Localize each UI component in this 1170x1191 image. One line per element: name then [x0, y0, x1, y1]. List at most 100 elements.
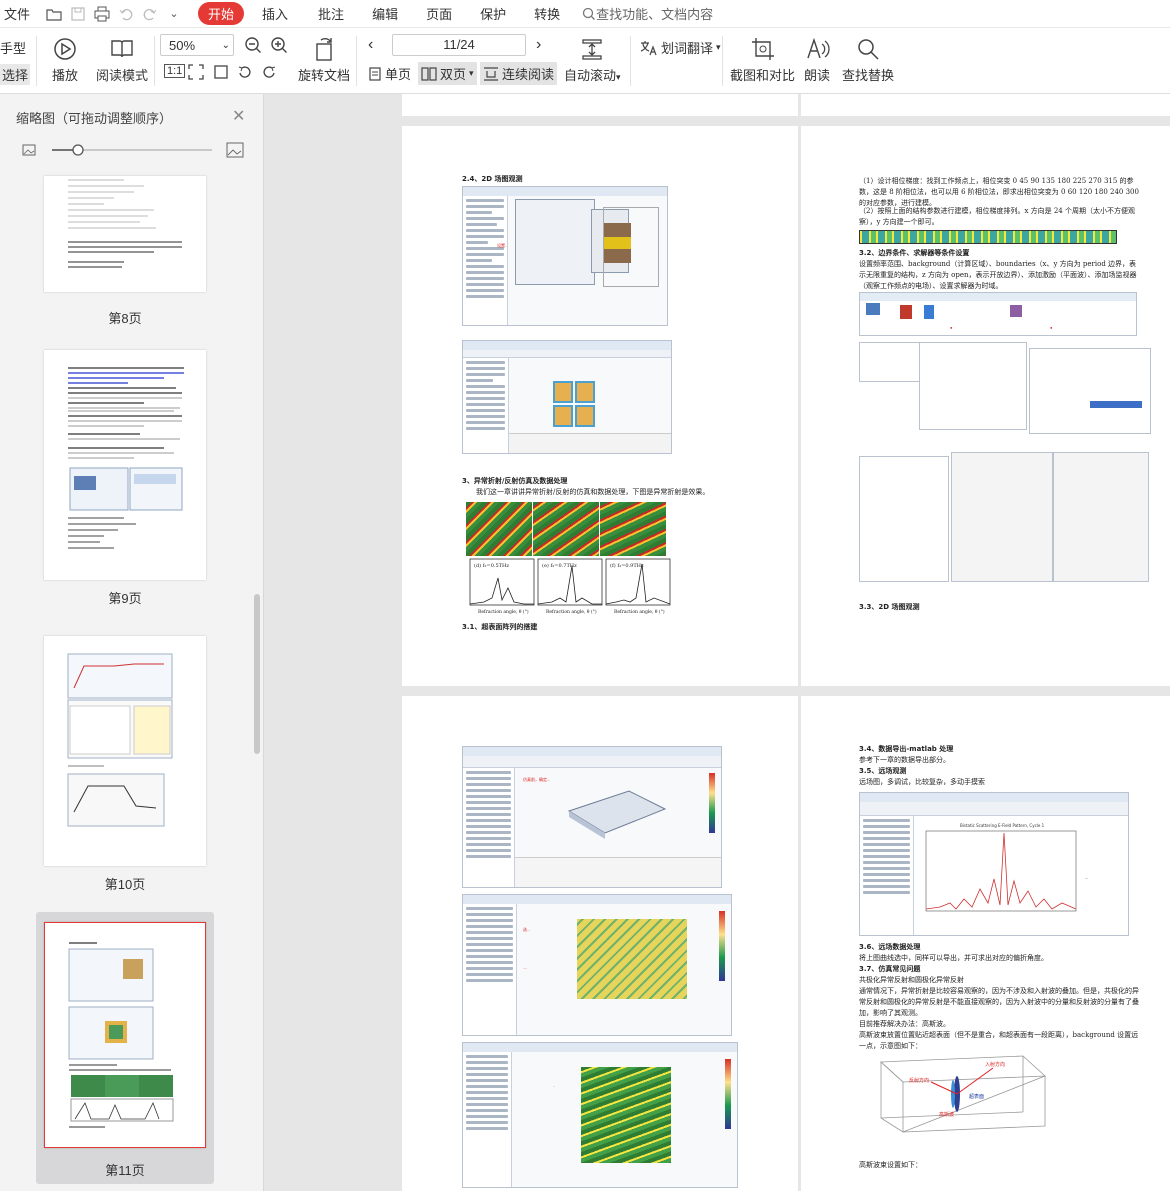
read-aloud-icon [807, 37, 830, 59]
fit-width-button[interactable] [213, 64, 229, 83]
double-page-label: 双页 [440, 67, 467, 82]
translate-label: 划词翻译 [661, 41, 714, 56]
thumbnail-size-slider[interactable] [22, 142, 244, 158]
continuous-read-button[interactable]: 连续阅读 [480, 62, 558, 85]
tab-edit[interactable]: 编辑 [370, 4, 400, 23]
next-page-button[interactable]: › [536, 36, 541, 54]
plot-label: (d) f₂=0.5THz [474, 562, 509, 569]
fit-page-button[interactable] [188, 64, 204, 83]
rotate-right-button[interactable] [261, 64, 277, 83]
sidebar-scrollbar[interactable] [254, 594, 260, 754]
play-button[interactable]: 播放 [52, 36, 78, 84]
screenshot-compare-button[interactable]: 截图和对比 [730, 36, 795, 84]
rotate-left-button[interactable] [237, 64, 253, 83]
zoom-out-icon [245, 37, 261, 53]
tab-annotate[interactable]: 批注 [316, 4, 346, 23]
actual-size-button[interactable]: 1:1 [164, 64, 186, 78]
search-box[interactable]: 查找功能、文档内容 [582, 4, 713, 23]
chevron-down-icon: ▾ [616, 72, 621, 82]
read-aloud-button[interactable]: 朗读 [804, 36, 830, 84]
tab-insert[interactable]: 插入 [260, 4, 290, 23]
heading: 3.6、远场数据处理 [859, 943, 921, 951]
paragraph: 设置频率范围、background（计算区域）、boundaries（x、y 方… [859, 260, 1137, 290]
tab-page[interactable]: 页面 [424, 4, 454, 23]
paragraph: （1）设计相位梯度：找到工作频点上，相位突变 0 45 90 135 180 2… [859, 177, 1139, 207]
save-icon[interactable] [70, 6, 86, 22]
redo-icon[interactable] [142, 6, 158, 22]
double-page-icon [421, 66, 437, 81]
thumbnail-page-9[interactable]: 第9页 [36, 340, 214, 612]
tab-convert[interactable]: 转换 [532, 4, 562, 23]
page-left-top: 2.4、2D 场图观测 设置.. 3、异常折射/反射仿真及数据处理 我们这一章讲… [402, 126, 798, 686]
find-replace-button[interactable]: 查找替换 [842, 36, 894, 84]
paragraph: 参考下一章的数据导出部分。 [859, 756, 950, 764]
paragraph: 高斯波束设置如下： [859, 1161, 922, 1169]
translate-button[interactable]: 划词翻译 ▾ [640, 38, 721, 57]
read-aloud-label: 朗读 [804, 68, 831, 83]
svg-text:...: ... [1085, 876, 1088, 880]
tab-protect[interactable]: 保护 [478, 4, 508, 23]
page-indicator: 11/24 [443, 37, 475, 52]
zoom-in-button[interactable] [270, 36, 288, 57]
open-folder-icon[interactable] [46, 6, 62, 22]
search-placeholder: 查找功能、文档内容 [596, 7, 714, 22]
zoom-out-button[interactable] [244, 36, 262, 57]
rotate-right-icon [263, 66, 276, 78]
continuous-read-icon [484, 66, 498, 81]
select-tool-button[interactable]: 选择 [0, 64, 31, 85]
thumbnail-label: 第11页 [105, 1163, 145, 1178]
plot-xlabel: Refraction angle, θ (°) [478, 608, 529, 615]
diagram-label: 超表面 [969, 1093, 984, 1100]
auto-scroll-button[interactable]: 自动滚动▾ [564, 36, 621, 84]
document-view[interactable]: 2.4、2D 场图观测 设置.. 3、异常折射/反射仿真及数据处理 我们这一章讲… [265, 94, 1170, 1191]
hand-tool-button[interactable]: 手型 [0, 38, 26, 57]
book-icon [111, 40, 133, 58]
tab-start[interactable]: 开始 [198, 2, 245, 25]
cst-screenshot: 仿真前，确定... [462, 746, 722, 888]
zoom-select[interactable]: 50% ⌄ [160, 34, 234, 56]
search-icon [582, 7, 596, 20]
paragraph: 我们这一章讲讲异常折射/反射的仿真和数据处理，下图是异常折射是效果。 [476, 488, 710, 496]
menu-bar: 文件 ⌄ 开始 插入 批注 编辑 页面 保护 转换 查找功能、文档内容 [0, 0, 1170, 28]
paragraph: 高斯波束放置位置贴近超表面（但不是重合，和超表面有一段距离），backgroun… [859, 1031, 1139, 1050]
paragraph: 将上图曲线选中，同样可以导出，并可求出对应的偏折角度。 [859, 954, 1048, 962]
chevron-down-icon: ⌄ [221, 39, 230, 51]
gaussian-beam-diagram: 入射方向 反射方向 超表面 高斯波 [880, 1055, 1046, 1133]
heading: 3.5、远场观测 [859, 767, 907, 775]
sidebar-title: 缩略图（可拖动调整顺序） [16, 111, 173, 126]
file-menu[interactable]: 文件 [2, 4, 32, 23]
cst-screenshot: 选... .... [462, 894, 732, 1036]
thumbnail-page-8[interactable]: 第8页 [36, 176, 214, 326]
print-icon[interactable] [94, 6, 110, 22]
rotate-document-button[interactable]: 旋转文档 [298, 36, 350, 84]
field-image [600, 502, 666, 556]
chevron-down-icon: ▾ [716, 42, 721, 52]
play-icon [54, 38, 76, 60]
thumbnail-label: 第8页 [108, 311, 142, 326]
diagram-label: 反射方向 [909, 1077, 929, 1084]
chevron-down-icon: ▾ [469, 68, 474, 78]
field-image [466, 502, 532, 556]
page-top-edge-right [801, 94, 1170, 116]
thumbnail-page-11[interactable]: 第11页 [36, 912, 214, 1184]
dialog-screenshot [951, 452, 1053, 582]
find-replace-label: 查找替换 [842, 68, 895, 83]
double-page-button[interactable]: 双页 ▾ [418, 62, 477, 85]
thumbnail-label: 第9页 [108, 591, 142, 606]
fit-width-icon [214, 65, 228, 79]
single-page-button[interactable]: 单页 [368, 64, 411, 83]
dialog-screenshot [859, 456, 949, 582]
ribbon-toolbar: 手型 选择 播放 阅读模式 50% ⌄ 1:1 旋转文档 ‹ 11/24 › 单… [0, 28, 1170, 94]
paragraph: 共极化异常反射和圆极化异常反射 [859, 976, 964, 984]
prev-page-button[interactable]: ‹ [368, 36, 373, 54]
screenshot-icon [751, 38, 774, 60]
page-top-edge-left [402, 94, 798, 116]
plot-xlabel: Refraction angle, θ (°) [546, 608, 597, 615]
page-number-input[interactable]: 11/24 [392, 34, 526, 56]
chevron-down-icon[interactable]: ⌄ [166, 6, 182, 22]
thumbnail-page-10[interactable]: 第10页 [36, 626, 214, 898]
read-mode-button[interactable]: 阅读模式 [96, 36, 148, 84]
close-icon[interactable]: ✕ [232, 106, 245, 126]
zoom-in-icon [271, 37, 287, 53]
undo-icon[interactable] [118, 6, 134, 22]
